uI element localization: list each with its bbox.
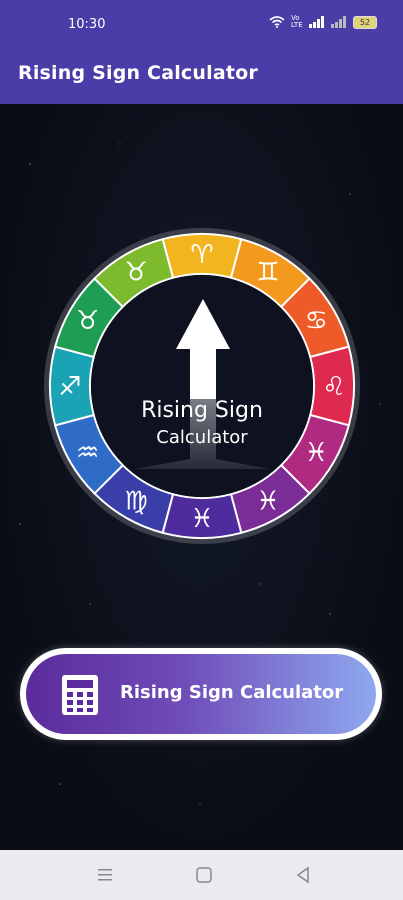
status-time: 10:30	[68, 17, 106, 32]
status-bar: 10:30 Vo LTE 52	[0, 0, 403, 50]
cta-fill[interactable]: Rising Sign Calculator	[26, 654, 376, 734]
wheel-title-line2: Calculator	[156, 427, 248, 448]
cta-label[interactable]: Rising Sign Calculator	[120, 682, 343, 703]
back-icon[interactable]	[292, 864, 314, 886]
zodiac-wheel-logo: ♈ ♊ ♋ ♌ ♓ ♓ ♓ ♍ ♒ ♐ ♉ ♉ Rising Sign Calculator	[40, 224, 364, 548]
volte-label: Vo LTE	[291, 14, 303, 29]
rising-sign-calculator-button[interactable]: Rising Sign Calculator	[20, 648, 382, 740]
page-title: Rising Sign Calculator	[18, 62, 258, 84]
wifi-icon	[269, 16, 285, 28]
arrow-up-icon	[135, 299, 270, 469]
status-icons: Vo LTE 52	[269, 15, 377, 29]
calculator-icon	[62, 675, 98, 715]
battery-icon: 52	[353, 15, 377, 29]
home-icon[interactable]	[193, 864, 215, 886]
wheel-center: Rising Sign Calculator	[40, 224, 364, 548]
signal-2-icon	[331, 16, 346, 28]
system-nav-bar	[0, 850, 403, 900]
signal-icon	[309, 16, 324, 28]
wheel-title-line1: Rising Sign	[141, 398, 263, 423]
main-content: ♈ ♊ ♋ ♌ ♓ ♓ ♓ ♍ ♒ ♐ ♉ ♉ Rising Sign Calculator	[0, 104, 403, 850]
recents-icon[interactable]	[94, 864, 116, 886]
app-bar: Rising Sign Calculator	[0, 50, 403, 104]
